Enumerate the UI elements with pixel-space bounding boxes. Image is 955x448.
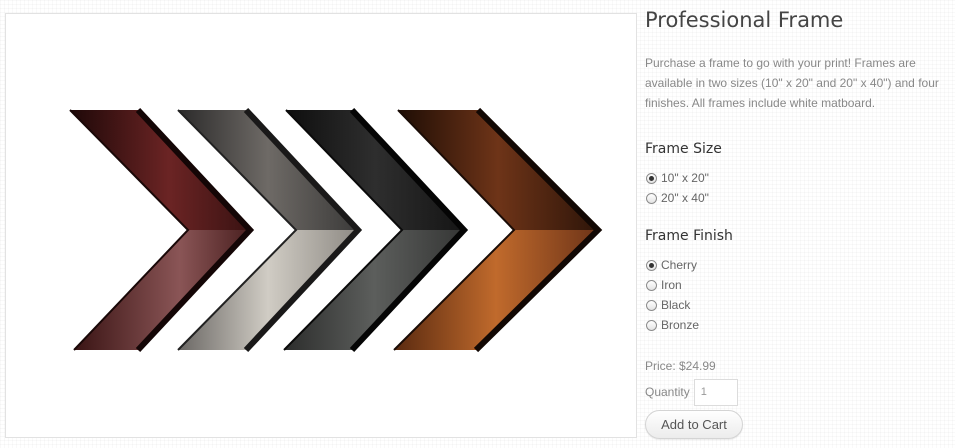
radio-button[interactable] [646,259,657,271]
product-image [5,13,637,438]
option-label: Iron [661,278,682,292]
price-text: Price: $24.99 [645,359,716,373]
option-label: 20" x 40" [661,191,709,205]
quantity-input[interactable] [693,378,738,406]
finish-option-bronze[interactable]: Bronze [645,315,950,335]
frame-size-option-20x40[interactable]: 20" x 40" [645,188,950,208]
radio-button[interactable] [646,299,657,311]
option-label: Black [661,298,691,312]
radio-button[interactable] [646,279,657,291]
radio-button[interactable] [646,172,657,184]
radio-button[interactable] [646,192,657,204]
option-label: Cherry [661,258,698,272]
product-details: Professional Frame Purchase a frame to g… [645,6,950,439]
option-label: Bronze [661,318,700,332]
finish-option-cherry[interactable]: Cherry [645,255,950,275]
frame-size-options: 10" x 20" 20" x 40" [645,168,950,208]
radio-button[interactable] [646,319,657,331]
frame-finish-options: Cherry Iron Black Bronze [645,255,950,335]
finish-option-black[interactable]: Black [645,295,950,315]
frame-size-label: Frame Size [645,141,722,157]
product-description: Purchase a frame to go with your print! … [645,56,939,110]
option-label: 10" x 20" [661,171,709,185]
quantity-label: Quantity [645,385,690,399]
quantity-row: Quantity [645,378,950,406]
add-to-cart-button[interactable]: Add to Cart [645,410,743,439]
frame-samples-illustration [69,107,603,353]
frame-size-option-10x20[interactable]: 10" x 20" [645,168,950,188]
frame-finish-label: Frame Finish [645,228,733,244]
product-title: Professional Frame [645,8,844,32]
finish-option-iron[interactable]: Iron [645,275,950,295]
